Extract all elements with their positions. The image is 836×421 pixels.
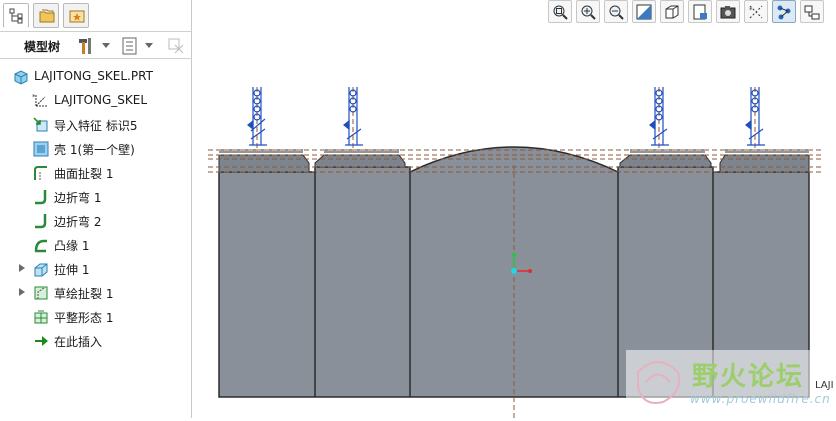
screenshot-icon <box>720 6 736 19</box>
part-icon <box>12 68 30 86</box>
panel-tabs <box>0 0 192 30</box>
zoom-out-icon <box>609 5 624 20</box>
tree-toolbar: 模型树 <box>0 31 192 59</box>
watermark-logo-icon <box>637 361 680 404</box>
svg-text:*: * <box>32 93 36 101</box>
datum-display-button[interactable]: * <box>744 0 768 23</box>
display-style-button[interactable] <box>660 0 684 23</box>
watermark-url: www.proewildfire.cn <box>690 392 831 406</box>
tab-favorites[interactable] <box>63 3 89 28</box>
svg-text:*: * <box>749 6 753 14</box>
shell-wall-icon <box>32 140 50 158</box>
tree-item-root[interactable]: LAJITONG_SKEL.PRT <box>0 66 190 88</box>
tree-item[interactable]: * LAJITONG_SKEL <box>0 90 190 112</box>
tree-item[interactable]: 壳 1(第一个壁) <box>0 138 190 160</box>
insert-here-arrow-icon <box>32 332 50 350</box>
saved-views-button[interactable] <box>688 0 712 23</box>
folder-icon <box>39 9 55 23</box>
tree-item[interactable]: 边折弯 2 <box>0 210 190 232</box>
datum-display-icon: * <box>749 5 763 19</box>
tree-item[interactable]: 草绘扯裂 1 <box>0 282 190 304</box>
watermark-title: 野火论坛 <box>692 362 805 392</box>
graphics-toolbar: * <box>545 0 836 26</box>
tab-model-tree[interactable] <box>3 3 29 28</box>
tree-item-label: 凸缘 1 <box>54 239 90 253</box>
tab-folder-browser[interactable] <box>33 3 59 28</box>
sketched-rip-icon <box>32 284 50 302</box>
tree-title: 模型树 <box>24 40 61 54</box>
screenshot-button[interactable] <box>716 0 740 23</box>
spin-center-button[interactable] <box>772 0 796 23</box>
annotation-display-icon <box>804 5 820 20</box>
flat-state-icon <box>32 308 50 326</box>
tree-item[interactable]: 在此插入 <box>0 330 190 352</box>
tree-item[interactable]: 凸缘 1 <box>0 234 190 256</box>
tree-item-label: 拉伸 1 <box>54 263 90 277</box>
show-settings-icon[interactable] <box>120 36 140 56</box>
annotation-display-button[interactable] <box>800 0 824 23</box>
tree-item-label: 平整形态 1 <box>54 311 114 325</box>
favorites-icon <box>69 10 85 23</box>
expand-arrow-icon[interactable] <box>19 288 25 296</box>
model-tree-icon <box>9 8 23 24</box>
expand-arrow-icon[interactable] <box>19 264 25 272</box>
repaint-icon <box>636 4 652 20</box>
tree-item[interactable]: 边折弯 1 <box>0 186 190 208</box>
tree-item-label: 边折弯 1 <box>54 191 102 205</box>
tree-item[interactable]: 平整形态 1 <box>0 306 190 328</box>
repaint-button[interactable] <box>632 0 656 23</box>
tree-item-label: 曲面扯裂 1 <box>54 167 114 181</box>
edge-bend-icon <box>32 188 50 206</box>
zoom-out-button[interactable] <box>604 0 628 23</box>
import-feature-icon <box>32 116 50 134</box>
display-style-icon <box>665 5 679 19</box>
saved-views-icon <box>693 4 707 20</box>
tools-dropdown-icon[interactable] <box>102 43 110 48</box>
tree-item[interactable]: 拉伸 1 <box>0 258 190 280</box>
spin-center-icon <box>777 5 791 20</box>
edge-bend-icon <box>32 212 50 230</box>
watermark: 野火论坛 www.proewildfire.cn <box>626 350 836 412</box>
zoom-in-button[interactable] <box>576 0 600 23</box>
surface-rip-icon <box>32 164 50 182</box>
coordinate-system-icon: * <box>32 92 50 110</box>
filter-disabled-icon[interactable] <box>166 36 186 56</box>
tree-item-label: LAJITONG_SKEL.PRT <box>34 69 153 83</box>
tree-item[interactable]: 导入特征 标识5 <box>0 114 190 136</box>
tree-item-label: 在此插入 <box>54 335 103 349</box>
zoom-fit-button[interactable] <box>548 0 572 23</box>
tools-hammer-icon[interactable] <box>76 36 96 56</box>
tree-item-label: 边折弯 2 <box>54 215 102 229</box>
tree-item[interactable]: 曲面扯裂 1 <box>0 162 190 184</box>
flange-icon <box>32 236 50 254</box>
tree-item-label: LAJITONG_SKEL <box>54 93 148 107</box>
zoom-fit-icon <box>553 5 568 20</box>
settings-dropdown-icon[interactable] <box>145 43 153 48</box>
extrude-icon <box>32 260 50 278</box>
zoom-in-icon <box>581 5 596 20</box>
tree-item-label: 壳 1(第一个壁) <box>54 143 135 157</box>
model-tree-panel: 模型树 LAJITONG_SKEL.PRT * LAJITONG_SKEL 导入特征 … <box>0 0 192 418</box>
model-name-tag: LAJI <box>815 380 834 391</box>
tree-item-label: 草绘扯裂 1 <box>54 287 114 301</box>
tree-item-label: 导入特征 标识5 <box>54 119 138 133</box>
